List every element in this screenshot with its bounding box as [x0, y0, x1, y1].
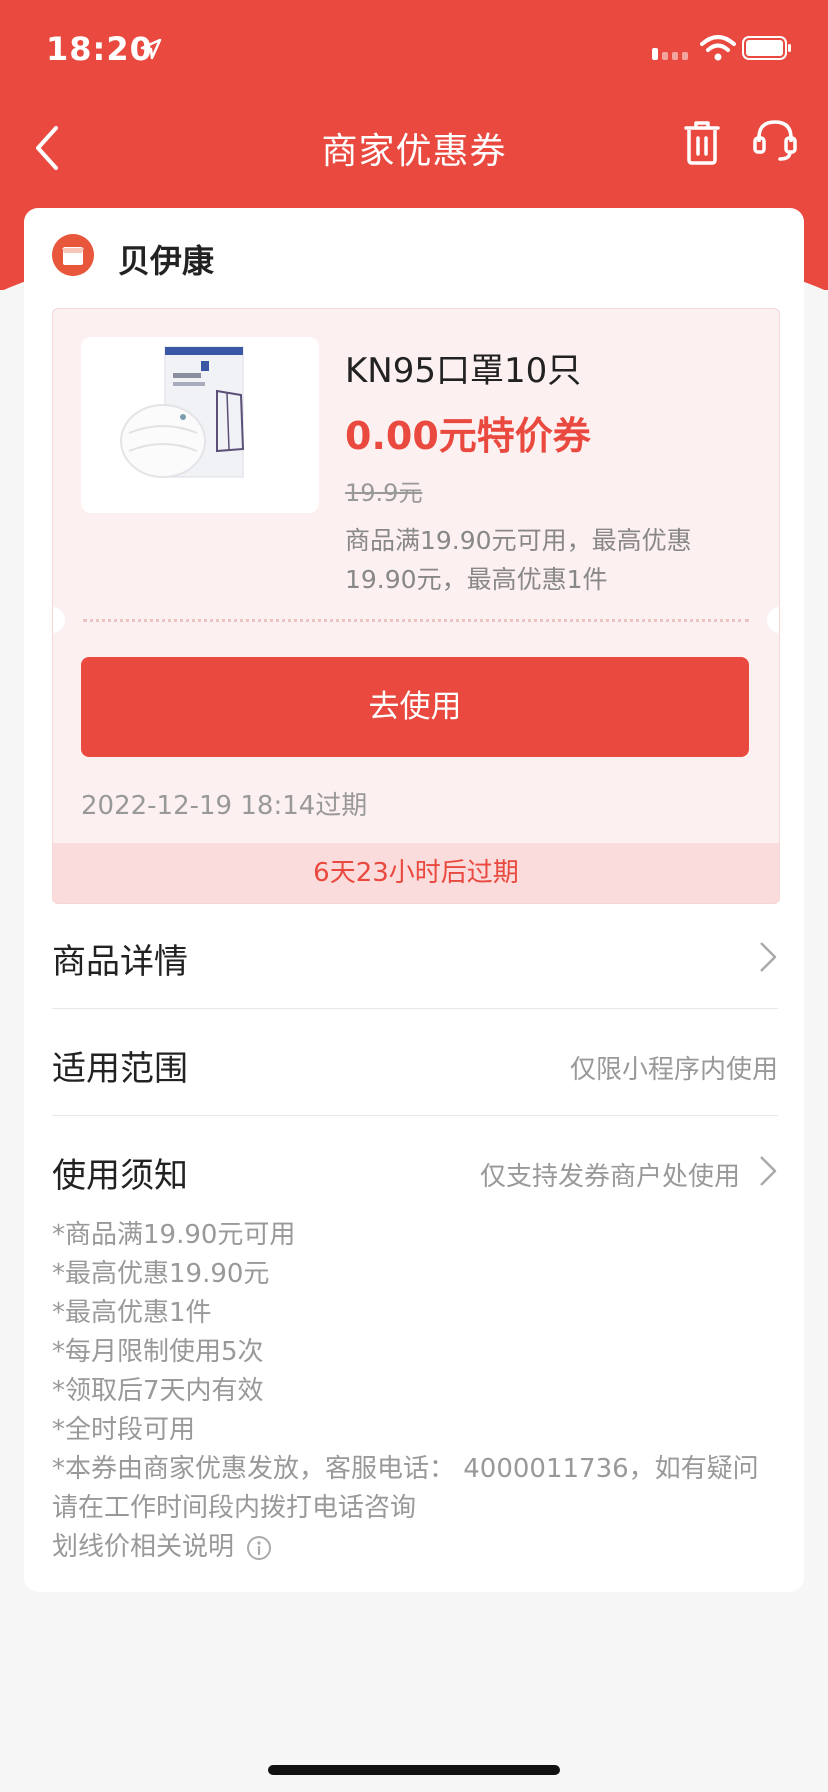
product-detail-row[interactable]: 商品详情 — [52, 902, 778, 1009]
shop-name: 贝伊康 — [118, 242, 215, 280]
note-line: *领取后7天内有效 — [52, 1376, 264, 1406]
expire-date: 2022-12-19 18:14过期 — [81, 791, 368, 821]
price-note-row[interactable]: 划线价相关说明 — [52, 1528, 778, 1567]
scope-value: 仅限小程序内使用 — [569, 1055, 778, 1085]
chevron-right-icon — [760, 942, 777, 972]
chevron-right-icon — [760, 1156, 777, 1186]
expire-countdown: 6天23小时后过期 — [53, 843, 779, 903]
product-image[interactable] — [81, 337, 319, 513]
home-indicator[interactable] — [268, 1765, 560, 1775]
location-arrow-icon — [140, 38, 162, 60]
note-line: 请在工作时间段内拨打电话咨询 — [52, 1493, 417, 1523]
original-price: 19.9元 — [345, 479, 423, 507]
coupon-price-label: 0.00元特价券 — [345, 414, 591, 458]
nav-bar: 商家优惠券 — [0, 100, 828, 200]
scope-row: 适用范围 仅限小程序内使用 — [52, 1009, 778, 1116]
signal-icon — [652, 48, 688, 60]
battery-icon — [742, 36, 791, 60]
note-line: *全时段可用 — [52, 1415, 196, 1445]
coupon-rule-text: 商品满19.90元可用，最高优惠19.90元，最高优惠1件 — [345, 526, 692, 594]
mask-product-picture — [120, 346, 245, 478]
coupon-ticket: KN95口罩10只 0.00元特价券 19.9元 商品满19.90元可用，最高优… — [52, 308, 780, 904]
use-coupon-button[interactable]: 去使用 — [81, 657, 749, 757]
note-line: *商品满19.90元可用 — [52, 1220, 296, 1250]
usage-notes: *商品满19.90元可用 *最高优惠19.90元 *最高优惠1件 *每月限制使用… — [52, 1216, 778, 1567]
info-icon[interactable] — [246, 1535, 272, 1561]
status-time: 18:20 — [46, 30, 153, 68]
notice-row[interactable]: 使用须知 仅支持发券商户处使用 — [52, 1116, 778, 1222]
note-line: *本券由商家优惠发放，客服电话： 4000011736，如有疑问 — [52, 1454, 759, 1484]
shop-icon — [52, 234, 94, 276]
status-bar: 18:20 — [0, 0, 828, 100]
trash-icon[interactable] — [682, 118, 722, 166]
ticket-notch-right — [767, 607, 779, 633]
dotted-divider — [83, 619, 749, 622]
product-title: KN95口罩10只 — [345, 351, 582, 391]
note-line: *每月限制使用5次 — [52, 1337, 264, 1367]
coupon-detail-card: 贝伊康 KN95口罩10只 0.00元特价券 19.9元 商品满19.90元可用… — [24, 208, 804, 1592]
product-detail-label: 商品详情 — [52, 942, 188, 982]
price-note-text: 划线价相关说明 — [52, 1532, 235, 1562]
customer-service-icon[interactable] — [752, 116, 798, 164]
wifi-icon — [700, 35, 736, 61]
note-line: *最高优惠1件 — [52, 1298, 212, 1328]
ticket-notch-left — [53, 607, 65, 633]
note-line: *最高优惠19.90元 — [52, 1259, 270, 1289]
scope-label: 适用范围 — [52, 1049, 188, 1089]
notice-value: 仅支持发券商户处使用 — [479, 1162, 740, 1192]
notice-label: 使用须知 — [52, 1156, 188, 1196]
